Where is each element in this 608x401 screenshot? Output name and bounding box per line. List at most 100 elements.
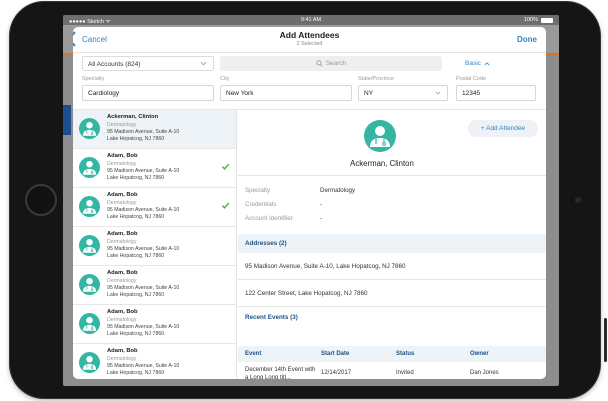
state-label: State/Province — [358, 76, 394, 82]
attendee-address-line1: 95 Madison Avenue, Suite A-10 — [107, 129, 180, 135]
attendee-specialty: Dermatology — [107, 200, 137, 206]
specialty-filter: Specialty Cardiology — [82, 73, 214, 101]
attendee-address-line2: Lake Hopatcog, NJ 7860 — [107, 331, 165, 337]
home-button[interactable] — [25, 184, 57, 216]
column-event: Event — [245, 351, 262, 357]
list-item[interactable]: Adam, Bob Dermatology 95 Madison Avenue, S… — [73, 344, 236, 379]
doctor-icon — [82, 160, 97, 175]
attendee-address-line2: Lake Hopatcog, NJ 7860 — [107, 175, 165, 181]
add-attendees-modal: Cancel Add Attendees 2 Selected Done All… — [73, 27, 546, 379]
attendee-specialty: Dermatology — [107, 317, 137, 323]
postal-field[interactable]: 12345 — [456, 85, 536, 101]
background-selection-marker — [63, 105, 71, 135]
attendee-specialty: Dermatology — [107, 278, 137, 284]
postal-filter: Postal Code 12345 — [456, 73, 536, 101]
avatar — [79, 274, 100, 295]
doctor-icon — [370, 126, 390, 147]
doctor-icon — [82, 316, 97, 331]
done-button[interactable]: Done — [517, 35, 537, 44]
side-button — [604, 318, 607, 362]
search-input[interactable]: Search — [220, 56, 442, 71]
basic-mode-toggle[interactable]: Basic — [465, 60, 490, 67]
address-row[interactable]: 95 Madison Avenue, Suite A-10, Lake Hopa… — [238, 253, 546, 280]
attendee-address-line2: Lake Hopatcog, NJ 7860 — [107, 136, 165, 142]
attendee-name: Adam, Bob — [107, 270, 138, 276]
selected-count: 2 Selected — [296, 41, 323, 47]
avatar — [79, 352, 100, 373]
battery-percent: 100% — [523, 17, 538, 23]
field-value: - — [320, 201, 323, 208]
filter-row: Specialty Cardiology City New York State… — [73, 73, 546, 109]
screen: ●●●●● Sketch ᯤ 9:41 AM 100% Cancel Add A… — [63, 15, 559, 386]
city-filter: City New York — [220, 73, 352, 101]
attendee-specialty: Dermatology — [107, 239, 137, 245]
addresses-header: Addresses (2) — [238, 234, 546, 253]
attendee-address-line1: 95 Madison Avenue, Suite A-10 — [107, 363, 180, 369]
list-item[interactable]: Adam, Bob Dermatology 95 Madison Avenue, S… — [73, 266, 236, 305]
attendee-name: Adam, Bob — [107, 231, 138, 237]
address-row[interactable]: 122 Center Street, Lake Hopatcog, NJ 786… — [238, 280, 546, 307]
list-item[interactable]: Adam, Bob Dermatology 95 Madison Avenue, S… — [73, 305, 236, 344]
city-field[interactable]: New York — [220, 85, 352, 101]
search-toolbar: All Accounts (824) Search Basic — [73, 53, 546, 73]
attendee-name: Adam, Bob — [107, 309, 138, 315]
attendee-name: Adam, Bob — [107, 348, 138, 354]
field-value: - — [320, 215, 323, 222]
state-filter: State/Province NY — [358, 73, 448, 101]
recent-events-header: Recent Events (3) — [238, 308, 546, 327]
battery-icon — [541, 17, 553, 23]
attendee-address-line2: Lake Hopatcog, NJ 7860 — [107, 292, 165, 298]
event-name: December 14th Event with a Long Long tit… — [245, 367, 316, 379]
state-dropdown[interactable]: NY — [358, 85, 448, 101]
attendee-specialty: Dermatology — [107, 356, 137, 362]
attendee-name: Adam, Bob — [107, 192, 138, 198]
attendee-name: Ackerman, Clinton — [350, 159, 414, 168]
doctor-icon — [82, 355, 97, 370]
list-item[interactable]: Adam, Bob Dermatology 95 Madison Avenue, S… — [73, 149, 236, 188]
doctor-icon — [82, 238, 97, 253]
attendee-address-line1: 95 Madison Avenue, Suite A-10 — [107, 324, 180, 330]
attendee-address-line1: 95 Madison Avenue, Suite A-10 — [107, 285, 180, 291]
checkmark-icon — [221, 202, 230, 209]
attendee-name: Ackerman, Clinton — [107, 114, 159, 120]
state-value: NY — [364, 90, 374, 97]
status-time: 9:41 AM — [300, 17, 322, 23]
search-icon — [316, 60, 323, 67]
front-camera — [575, 197, 581, 203]
event-owner: Dan Jones — [470, 370, 499, 376]
avatar — [79, 196, 100, 217]
attendee-address-line1: 95 Madison Avenue, Suite A-10 — [107, 246, 180, 252]
attendee-address-line2: Lake Hopatcog, NJ 7860 — [107, 370, 165, 376]
chevron-down-icon — [200, 61, 207, 66]
avatar — [79, 118, 100, 139]
attendee-detail: + Add Attendee Ackerman, Clinton Special… — [238, 110, 546, 379]
field-label: Specialty — [245, 187, 271, 194]
avatar — [79, 235, 100, 256]
chevron-up-icon — [484, 61, 490, 65]
add-attendee-button[interactable]: + Add Attendee — [468, 120, 538, 137]
accounts-dropdown-value: All Accounts (824) — [88, 61, 141, 68]
event-start-date: 12/14/2017 — [321, 370, 352, 376]
attendee-address-line1: 95 Madison Avenue, Suite A-10 — [107, 207, 180, 213]
list-item[interactable]: Adam, Bob Dermatology 95 Madison Avenue, S… — [73, 227, 236, 266]
avatar — [79, 313, 100, 334]
attendee-specialty: Dermatology — [107, 122, 137, 128]
list-item[interactable]: Ackerman, Clinton Dermatology 95 Madison A… — [73, 110, 236, 149]
attendee-address-line2: Lake Hopatcog, NJ 7860 — [107, 253, 165, 259]
column-start-date: Start Date — [321, 351, 350, 357]
avatar — [79, 157, 100, 178]
attendee-address-line1: 95 Madison Avenue, Suite A-10 — [107, 168, 180, 174]
table-row[interactable]: December 14th Event with a Long Long tit… — [238, 362, 546, 379]
field-value: Dermatology — [320, 187, 356, 194]
attendee-specialty: Dermatology — [107, 161, 137, 167]
event-status: Invited — [396, 370, 414, 376]
checkmark-icon — [221, 163, 230, 170]
postal-value: 12345 — [462, 90, 481, 97]
list-item[interactable]: Adam, Bob Dermatology 95 Madison Avenue, S… — [73, 188, 236, 227]
avatar — [364, 120, 396, 152]
specialty-field[interactable]: Cardiology — [82, 85, 214, 101]
accounts-dropdown[interactable]: All Accounts (824) — [82, 56, 214, 71]
status-bar: ●●●●● Sketch ᯤ 9:41 AM 100% — [63, 15, 559, 25]
postal-label: Postal Code — [456, 76, 486, 82]
chevron-down-icon — [435, 91, 441, 95]
